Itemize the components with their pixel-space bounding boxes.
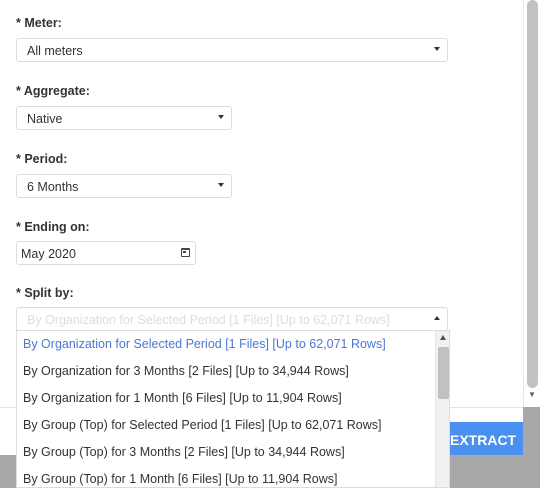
dialog-scrollbar[interactable]: ▼ bbox=[523, 0, 540, 407]
dropdown-scrollbar[interactable] bbox=[435, 331, 449, 487]
period-label: * Period: bbox=[16, 152, 68, 166]
split-by-dropdown-list: By Organization for Selected Period [1 F… bbox=[16, 330, 450, 488]
caret-down-icon bbox=[434, 47, 440, 51]
split-by-option[interactable]: By Organization for 3 Months [2 Files] [… bbox=[17, 358, 435, 385]
scroll-up-arrow-icon[interactable] bbox=[440, 335, 446, 340]
meter-select-value: All meters bbox=[27, 44, 83, 58]
dialog-scrollbar-thumb[interactable] bbox=[527, 0, 538, 388]
aggregate-select[interactable]: Native bbox=[16, 106, 232, 130]
ending-on-label: * Ending on: bbox=[16, 220, 90, 234]
split-by-option[interactable]: By Organization for Selected Period [1 F… bbox=[17, 331, 435, 358]
period-select[interactable]: 6 Months bbox=[16, 174, 232, 198]
caret-down-icon bbox=[218, 183, 224, 187]
ending-on-value: May 2020 bbox=[21, 247, 76, 261]
split-by-option[interactable]: By Organization for 1 Month [6 Files] [U… bbox=[17, 385, 435, 412]
meter-select[interactable]: All meters bbox=[16, 38, 448, 62]
split-by-label: * Split by: bbox=[16, 286, 74, 300]
calendar-icon[interactable] bbox=[181, 248, 190, 257]
dropdown-scrollbar-thumb[interactable] bbox=[438, 347, 449, 399]
caret-down-icon bbox=[218, 115, 224, 119]
aggregate-label: * Aggregate: bbox=[16, 84, 90, 98]
ending-on-input[interactable]: May 2020 bbox=[16, 241, 196, 265]
period-select-value: 6 Months bbox=[27, 180, 79, 194]
page-edge bbox=[540, 0, 545, 488]
split-by-select[interactable]: By Organization for Selected Period [1 F… bbox=[16, 307, 448, 331]
split-by-option[interactable]: By Group (Top) for 3 Months [2 Files] [U… bbox=[17, 439, 435, 466]
split-by-option[interactable]: By Group (Top) for 1 Month [6 Files] [Up… bbox=[17, 466, 435, 487]
caret-up-icon bbox=[434, 316, 440, 320]
split-by-select-value: By Organization for Selected Period [1 F… bbox=[27, 313, 390, 327]
aggregate-select-value: Native bbox=[27, 112, 63, 126]
meter-label: * Meter: bbox=[16, 16, 62, 30]
scroll-down-arrow-icon[interactable]: ▼ bbox=[528, 390, 536, 399]
split-by-option[interactable]: By Group (Top) for Selected Period [1 Fi… bbox=[17, 412, 435, 439]
